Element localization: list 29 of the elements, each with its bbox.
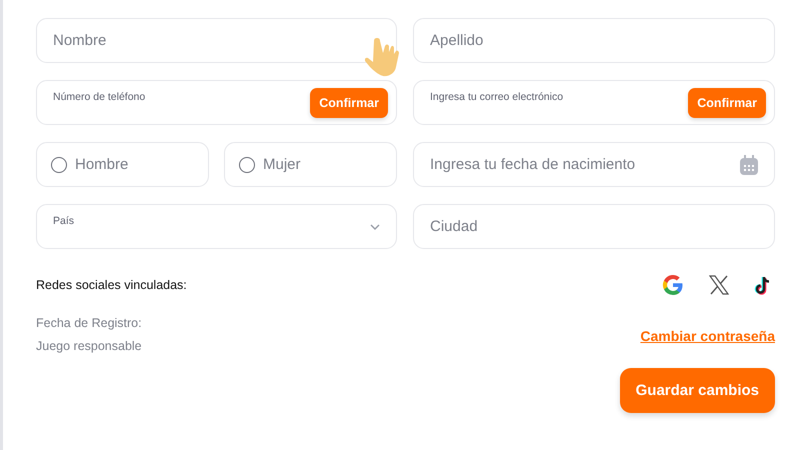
- gender-option[interactable]: Mujer: [224, 142, 397, 187]
- surname-field[interactable]: Apellido: [413, 18, 775, 63]
- radio-button[interactable]: [51, 156, 67, 172]
- city-field[interactable]: Ciudad: [413, 204, 775, 249]
- radio-button[interactable]: [239, 156, 255, 172]
- x-logo-icon[interactable]: [709, 275, 729, 295]
- birth-date-field[interactable]: Ingresa tu fecha de nacimiento: [413, 142, 775, 187]
- gender-option[interactable]: Hombre: [36, 142, 209, 187]
- responsible-gaming-link[interactable]: Juego responsable: [36, 339, 142, 353]
- confirm-button[interactable]: Confirmar: [310, 88, 388, 118]
- email-field[interactable]: Ingresa tu correo electrónico Confirmar: [413, 80, 775, 125]
- field-label: País: [53, 215, 74, 227]
- music-note-icon[interactable]: [754, 274, 772, 296]
- country-select[interactable]: País: [36, 204, 397, 249]
- save-button[interactable]: Guardar cambios: [620, 368, 775, 413]
- option-label: Hombre: [75, 156, 128, 173]
- chevron-down-icon: [370, 224, 380, 230]
- field-label: Número de teléfono: [53, 91, 146, 103]
- field-label: Ingresa tu correo electrónico: [430, 91, 564, 103]
- google-icon[interactable]: [662, 274, 684, 296]
- registration-date-label: Fecha de Registro:: [36, 316, 142, 330]
- phone-field[interactable]: Número de teléfono Confirmar: [36, 80, 397, 125]
- confirm-button[interactable]: Confirmar: [688, 88, 766, 118]
- option-label: Mujer: [263, 156, 301, 173]
- calendar-icon: [740, 154, 758, 174]
- name-field[interactable]: Nombre: [36, 18, 397, 63]
- change-password-link[interactable]: Cambiar contraseña: [640, 328, 775, 344]
- field-placeholder: Ingresa tu fecha de nacimiento: [430, 156, 636, 173]
- linked-networks-label: Redes sociales vinculadas:: [36, 278, 187, 292]
